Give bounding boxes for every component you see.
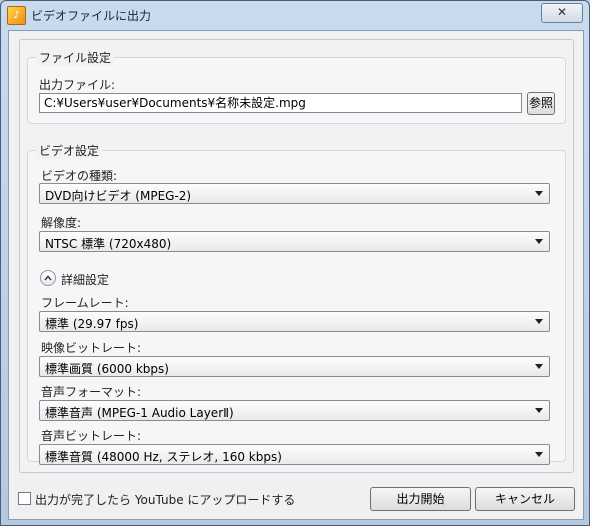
title-bar[interactable]: ♪ ビデオファイルに出力 ✕ (1, 1, 589, 29)
chevron-down-icon (535, 408, 543, 413)
settings-panel: ファイル設定 出力ファイル: 参照 ビデオ設定 ビデオの種類: DVD向けビデオ… (19, 39, 574, 473)
output-file-label: 出力ファイル: (39, 78, 116, 92)
chevron-down-icon (535, 239, 543, 244)
resolution-label: 解像度: (41, 216, 82, 230)
browse-button[interactable]: 参照 (527, 92, 555, 115)
file-settings-title: ファイル設定 (36, 49, 115, 66)
window-title: ビデオファイルに出力 (31, 9, 152, 23)
framerate-label: フレームレート: (41, 296, 129, 310)
chevron-down-icon (535, 452, 543, 457)
app-icon: ♪ (7, 6, 26, 25)
audio-format-select[interactable]: 標準音声 (MPEG-1 Audio LayerⅡ) (39, 400, 550, 421)
audio-bitrate-value: 標準音質 (48000 Hz, ステレオ, 160 kbps) (45, 450, 282, 464)
output-file-input[interactable] (39, 93, 522, 113)
audio-format-value: 標準音声 (MPEG-1 Audio LayerⅡ) (45, 406, 234, 420)
close-button[interactable]: ✕ (541, 3, 583, 23)
video-type-select[interactable]: DVD向けビデオ (MPEG-2) (39, 183, 550, 204)
video-bitrate-label: 映像ビットレート: (41, 341, 142, 355)
video-bitrate-value: 標準画質 (6000 kbps) (45, 362, 169, 376)
youtube-upload-checkbox[interactable] (18, 492, 31, 505)
resolution-value: NTSC 標準 (720x480) (45, 237, 172, 251)
close-icon: ✕ (556, 5, 568, 19)
chevron-down-icon (535, 319, 543, 324)
audio-format-label: 音声フォーマット: (41, 385, 142, 399)
youtube-upload-label[interactable]: 出力が完了したら YouTube にアップロードする (35, 491, 295, 508)
dialog-window: ♪ ビデオファイルに出力 ✕ ファイル設定 出力ファイル: 参照 ビデオ設定 ビ… (0, 0, 590, 526)
start-output-button[interactable]: 出力開始 (370, 487, 471, 511)
resolution-select[interactable]: NTSC 標準 (720x480) (39, 231, 550, 252)
chevron-down-icon (535, 364, 543, 369)
audio-bitrate-label: 音声ビットレート: (41, 429, 142, 443)
cancel-button[interactable]: キャンセル (475, 487, 575, 511)
framerate-select[interactable]: 標準 (29.97 fps) (39, 311, 550, 332)
dialog-body: ファイル設定 出力ファイル: 参照 ビデオ設定 ビデオの種類: DVD向けビデオ… (8, 30, 584, 520)
chevron-down-icon (535, 191, 543, 196)
file-settings-group: ファイル設定 出力ファイル: 参照 (27, 49, 566, 124)
audio-bitrate-select[interactable]: 標準音質 (48000 Hz, ステレオ, 160 kbps) (39, 444, 550, 465)
framerate-value: 標準 (29.97 fps) (45, 317, 139, 331)
video-type-label: ビデオの種類: (41, 169, 118, 183)
video-settings-title: ビデオ設定 (36, 142, 103, 159)
chevron-up-icon (44, 275, 52, 281)
advanced-settings-label[interactable]: 詳細設定 (61, 271, 109, 288)
video-bitrate-select[interactable]: 標準画質 (6000 kbps) (39, 356, 550, 377)
video-type-value: DVD向けビデオ (MPEG-2) (45, 189, 192, 203)
advanced-toggle[interactable] (40, 270, 56, 286)
